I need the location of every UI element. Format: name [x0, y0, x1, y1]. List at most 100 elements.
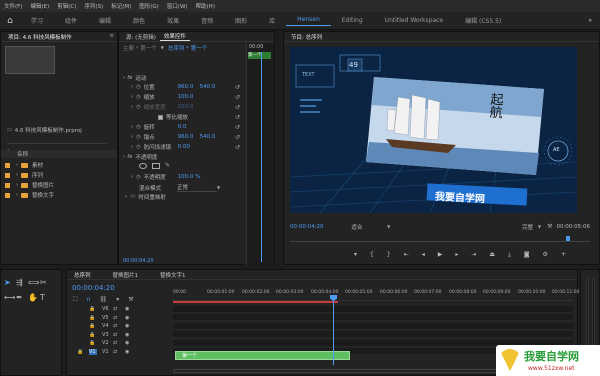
mark-in-icon[interactable]: {	[370, 251, 374, 259]
eye-icon[interactable]: ◉	[125, 323, 129, 329]
eye-icon[interactable]: ◉	[125, 332, 129, 338]
expand-arrow-icon[interactable]: ›	[131, 134, 133, 140]
mini-clip-badge[interactable]: 第一个	[248, 52, 271, 59]
slip-tool-icon[interactable]: ⟷	[4, 293, 16, 302]
label-color-swatch[interactable]	[5, 182, 10, 188]
ellipse-mask-icon[interactable]	[139, 163, 147, 169]
track-lane[interactable]	[173, 305, 573, 313]
track-name[interactable]: V5	[102, 315, 109, 321]
lock-icon[interactable]: 🔒	[89, 306, 95, 312]
timeline-playhead[interactable]	[330, 295, 337, 365]
property-value-1[interactable]: 960.0	[178, 84, 200, 90]
sync-lock-icon[interactable]: ⇄	[113, 349, 117, 355]
settings-icon[interactable]: ⚙	[543, 251, 548, 259]
column-name[interactable]: 名称	[17, 150, 28, 158]
track-name[interactable]: V1	[102, 349, 109, 355]
workspace-tab-5[interactable]: 音频	[190, 16, 224, 25]
label-color-swatch[interactable]	[5, 162, 10, 168]
opacity-label[interactable]: 不透明度	[135, 153, 157, 161]
project-bin-item[interactable]: › 替换文字	[1, 190, 117, 200]
tab-effect-controls[interactable]: 效果控件	[159, 32, 190, 41]
settings-icon[interactable]: ⚒	[128, 296, 133, 304]
timeline-tab[interactable]: 总序列	[70, 271, 95, 279]
hand-tool-icon[interactable]: ✋	[28, 293, 40, 302]
eye-icon[interactable]: ◉	[125, 306, 129, 312]
timeline-timecode[interactable]: 00:00:04:20	[72, 284, 115, 292]
eye-icon[interactable]: ◉	[125, 315, 129, 321]
uniform-scale-checkbox[interactable]	[158, 114, 163, 120]
workspace-tab-2[interactable]: 编辑	[88, 16, 122, 25]
reset-icon[interactable]: ↺	[235, 94, 240, 101]
step-forward-icon[interactable]: ▸	[455, 251, 458, 259]
type-tool-icon[interactable]: T	[40, 293, 52, 302]
lock-icon[interactable]: 🔒	[89, 323, 95, 329]
snap-icon[interactable]: ∩	[86, 296, 90, 304]
go-to-out-icon[interactable]: ⇥	[471, 251, 476, 259]
track-name[interactable]: V3	[102, 332, 109, 338]
opacity-value[interactable]: 100.0 %	[178, 174, 201, 180]
sequence-clip[interactable]: 总序列 * 第一个	[168, 44, 207, 52]
stopwatch-icon[interactable]: ◷	[136, 124, 140, 130]
stopwatch-icon[interactable]: ◷	[136, 174, 140, 180]
workspace-tab-0[interactable]: 学习	[20, 16, 54, 25]
camera-icon[interactable]: ◙	[524, 251, 530, 259]
workspace-tab-3[interactable]: 颜色	[122, 16, 156, 25]
reset-icon[interactable]: ↺	[235, 144, 240, 151]
sync-lock-icon[interactable]: ⇄	[113, 340, 117, 346]
pen-tool-icon[interactable]: ✒	[16, 293, 28, 302]
chevron-down-icon[interactable]: ▼	[217, 185, 220, 190]
linked-icon[interactable]: ⛓	[100, 296, 108, 304]
workspace-tab-10[interactable]: Untitled Workspace	[374, 17, 454, 24]
sync-lock-icon[interactable]: ⇄	[113, 323, 117, 329]
property-value-1[interactable]: 0.00	[178, 144, 200, 150]
label-color-swatch[interactable]	[5, 172, 10, 178]
stopwatch-icon[interactable]: ◷	[136, 94, 140, 100]
property-value-1[interactable]: 100.0	[178, 94, 200, 100]
menu-item-2[interactable]: 剪辑(C)	[53, 2, 80, 10]
chevron-down-icon[interactable]: ▼	[161, 46, 164, 50]
eye-icon[interactable]: ◉	[125, 340, 129, 346]
pen-mask-icon[interactable]: ✎	[165, 163, 170, 169]
menu-item-6[interactable]: 窗口(W)	[163, 2, 192, 10]
expand-arrow-icon[interactable]: ›	[131, 124, 133, 130]
lock-icon[interactable]: 🔒	[89, 315, 95, 321]
source-patch[interactable]: V1	[89, 348, 97, 355]
home-icon[interactable]: ⌂	[0, 16, 20, 26]
project-bin-item[interactable]: › 替换图片	[1, 180, 117, 190]
workspace-tab-11[interactable]: 编辑 (CS5.5)	[454, 16, 512, 25]
lock-icon[interactable]: 🔒	[89, 332, 95, 338]
chevron-down-icon[interactable]: ▼	[387, 225, 390, 229]
menu-item-0[interactable]: 文件(F)	[0, 2, 26, 10]
property-value-1[interactable]: 0.0	[178, 124, 200, 130]
menu-item-7[interactable]: 帮助(H)	[192, 2, 219, 10]
workspace-tab-1[interactable]: 组件	[54, 16, 88, 25]
extract-icon[interactable]: ⤓	[508, 251, 511, 259]
marker-icon[interactable]: ▾	[116, 296, 119, 304]
reset-icon[interactable]: ↺	[235, 114, 240, 121]
timeline-tab[interactable]: 替换图片1	[109, 271, 143, 279]
eye-icon[interactable]: ◉	[125, 349, 129, 355]
lift-icon[interactable]: ⏏	[489, 251, 495, 259]
timeline-clip[interactable]: 第一个	[175, 351, 350, 360]
track-name[interactable]: V4	[102, 323, 109, 329]
expand-arrow-icon[interactable]: ›	[16, 172, 18, 178]
property-value-2[interactable]: 540.0	[200, 134, 216, 140]
workspace-tab-8[interactable]: Hensen	[286, 16, 331, 26]
reset-icon[interactable]: ↺	[235, 84, 240, 91]
reset-icon[interactable]: ↺	[235, 134, 240, 141]
property-value-2[interactable]: 540.0	[200, 84, 216, 90]
menu-item-1[interactable]: 编辑(E)	[26, 2, 53, 10]
expand-arrow-icon[interactable]: ›	[131, 144, 133, 150]
program-title[interactable]: 节目: 总序列	[287, 33, 326, 41]
expand-arrow-icon[interactable]: ›	[131, 84, 133, 90]
master-clip[interactable]: 主要 * 第一个	[123, 44, 157, 52]
expand-arrow-icon[interactable]: ›	[131, 104, 133, 110]
tab-source[interactable]: 源: (无剪辑)	[122, 33, 160, 41]
timeline-ruler[interactable]: 00:00 00:00:01:00 00:00:02:00 00:00:03:00 00…	[173, 287, 579, 301]
sync-lock-icon[interactable]: ⇄	[113, 306, 117, 312]
stopwatch-icon[interactable]: ◷	[136, 144, 140, 150]
program-playhead[interactable]	[566, 236, 570, 241]
fit-select[interactable]: 适合	[351, 223, 387, 231]
menu-item-5[interactable]: 图形(G)	[135, 2, 163, 10]
step-back-icon[interactable]: ◂	[422, 251, 425, 259]
